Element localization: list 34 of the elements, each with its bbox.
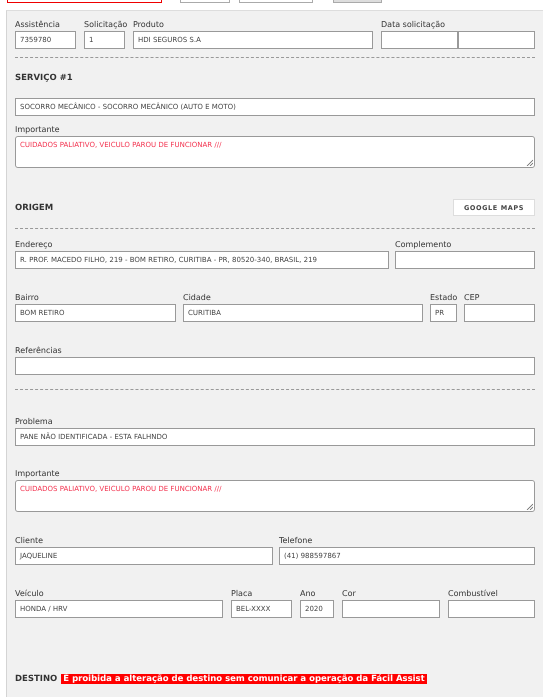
field-label: Veículo xyxy=(15,589,45,598)
section-heading: SERVIÇO #1 xyxy=(15,72,73,82)
field-label: Data solicitação xyxy=(381,20,446,29)
field-label: CEP xyxy=(464,293,480,302)
field-label: Telefone xyxy=(279,536,314,545)
section-heading: ORIGEM xyxy=(15,202,54,212)
input-field[interactable] xyxy=(15,357,535,375)
field-label: Bairro xyxy=(15,293,40,302)
input-field[interactable] xyxy=(448,600,535,618)
field-label: Solicitação xyxy=(84,20,125,29)
section-heading: DESTINO xyxy=(15,674,58,684)
field-label: Assistência xyxy=(15,20,61,29)
warning-banner: É proibida a alteração de destino sem comunicar a operação da Fácil Assist xyxy=(61,674,427,684)
input-field[interactable] xyxy=(464,304,535,322)
field-label: Endereço xyxy=(15,240,54,249)
input-field[interactable] xyxy=(458,31,535,49)
field-label: Cidade xyxy=(183,293,212,302)
field-label: Referências xyxy=(15,346,63,355)
field-label: Importante xyxy=(15,469,61,478)
field-label: Importante xyxy=(15,125,61,134)
field-label: Ano xyxy=(300,589,316,598)
input-field[interactable] xyxy=(342,600,440,618)
input-field[interactable] xyxy=(381,31,458,49)
field-label: Produto xyxy=(133,20,165,29)
resize-grip-icon[interactable] xyxy=(526,159,533,166)
field-label: Placa xyxy=(231,589,254,598)
field-label: Cliente xyxy=(15,536,44,545)
resize-grip-icon[interactable] xyxy=(526,503,533,510)
field-label: Complemento xyxy=(395,240,452,249)
field-label: Cor xyxy=(342,589,357,598)
field-label: Problema xyxy=(15,417,54,426)
field-label: Estado xyxy=(430,293,457,302)
input-field[interactable] xyxy=(395,251,535,269)
field-label: Combustível xyxy=(448,589,499,598)
